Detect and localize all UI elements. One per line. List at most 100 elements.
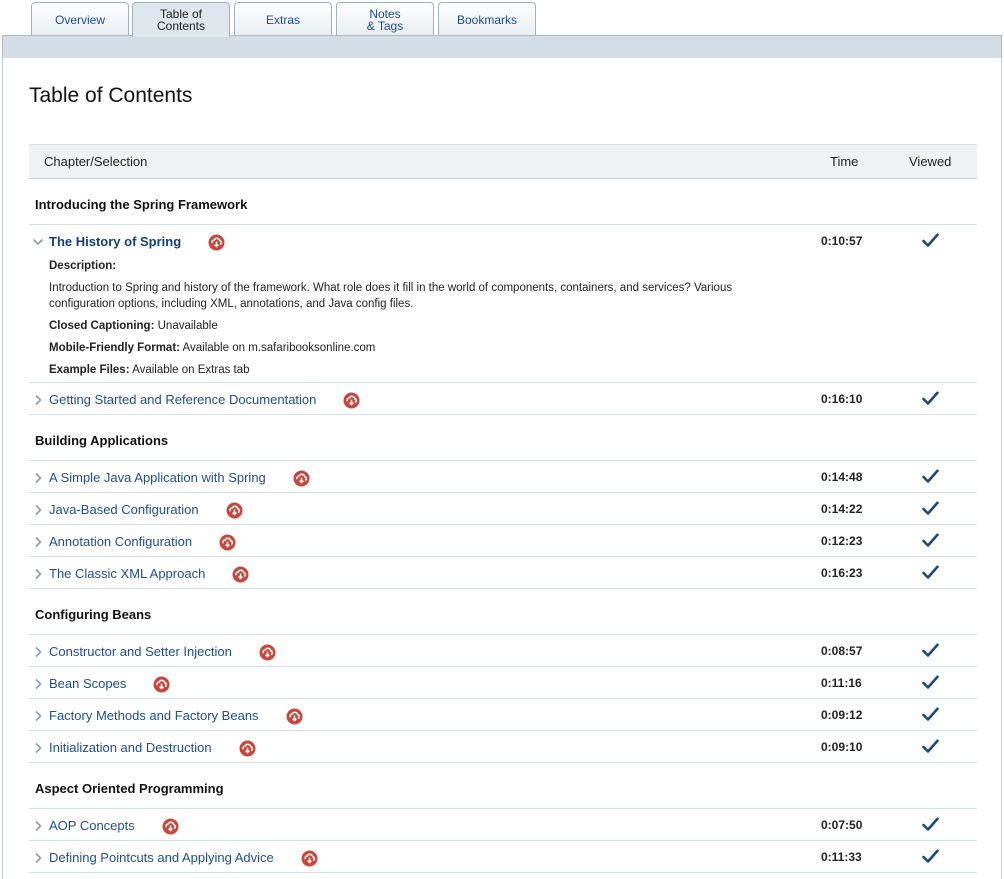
section-header: Aspect Oriented Programming xyxy=(29,763,977,809)
files-label: Example Files: xyxy=(49,364,130,376)
selection-details: Description: Introduction to Spring and h… xyxy=(49,258,749,378)
download-icon[interactable] xyxy=(286,708,303,725)
mobile-value: Available on m.safaribooksonline.com xyxy=(182,342,376,354)
chevron-right-icon[interactable] xyxy=(32,645,44,658)
selection-title[interactable]: Factory Methods and Factory Beans xyxy=(49,708,259,723)
header-viewed: Viewed xyxy=(909,154,952,169)
cc-value: Unavailable xyxy=(157,320,218,332)
section-title: Configuring Beans xyxy=(35,607,152,622)
chevron-right-icon[interactable] xyxy=(32,741,44,754)
selection-title[interactable]: Getting Started and Reference Documentat… xyxy=(49,392,316,407)
selection-title[interactable]: Defining Pointcuts and Applying Advice xyxy=(49,850,274,865)
toc-row[interactable]: Constructor and Setter Injection 0:08:57 xyxy=(29,635,977,667)
toc-row[interactable]: AOP Concepts 0:07:50 xyxy=(29,809,977,841)
duration: 0:16:10 xyxy=(821,392,863,406)
tab-bookmarks[interactable]: Bookmarks xyxy=(438,2,536,36)
duration: 0:12:23 xyxy=(821,534,863,548)
selection-title[interactable]: The Classic XML Approach xyxy=(49,566,205,581)
files-value: Available on Extras tab xyxy=(132,364,250,376)
mobile-label: Mobile-Friendly Format: xyxy=(49,342,180,354)
chevron-right-icon[interactable] xyxy=(32,393,44,406)
selection-title[interactable]: Constructor and Setter Injection xyxy=(49,644,232,659)
download-icon[interactable] xyxy=(232,566,249,583)
toc-row[interactable]: Factory Methods and Factory Beans 0:09:12 xyxy=(29,699,977,731)
tab-overview[interactable]: Overview xyxy=(31,2,129,36)
selection-title[interactable]: Bean Scopes xyxy=(49,676,126,691)
download-icon[interactable] xyxy=(259,644,276,661)
tab-notes-tags[interactable]: Notes & Tags xyxy=(336,2,434,36)
download-icon[interactable] xyxy=(153,676,170,693)
viewed-check-icon xyxy=(922,675,939,690)
viewed-check-icon xyxy=(922,817,939,832)
selection-title[interactable]: Initialization and Destruction xyxy=(49,740,212,755)
viewed-check-icon xyxy=(922,565,939,580)
duration: 0:10:57 xyxy=(821,234,863,248)
tab-bar: Overview Table of Contents Extras Notes … xyxy=(0,0,1004,37)
selection-title[interactable]: AOP Concepts xyxy=(49,818,135,833)
section-title: Aspect Oriented Programming xyxy=(35,781,224,796)
duration: 0:14:22 xyxy=(821,502,863,516)
download-icon[interactable] xyxy=(301,850,318,867)
section-header: Configuring Beans xyxy=(29,589,977,635)
download-icon[interactable] xyxy=(226,502,243,519)
selection-title[interactable]: Java-Based Configuration xyxy=(49,502,199,517)
chevron-right-icon[interactable] xyxy=(32,471,44,484)
description-label: Description: xyxy=(49,260,117,272)
chevron-right-icon[interactable] xyxy=(32,677,44,690)
viewed-check-icon xyxy=(922,233,939,248)
header-chapter: Chapter/Selection xyxy=(44,154,148,169)
viewed-check-icon xyxy=(922,533,939,548)
toc-row[interactable]: The Classic XML Approach 0:16:23 xyxy=(29,557,977,589)
cc-label: Closed Captioning: xyxy=(49,320,155,332)
download-icon[interactable] xyxy=(239,740,256,757)
duration: 0:16:23 xyxy=(821,566,863,580)
section-header: Building Applications xyxy=(29,415,977,461)
download-icon[interactable] xyxy=(162,818,179,835)
duration: 0:11:33 xyxy=(821,850,862,864)
download-icon[interactable] xyxy=(343,392,360,409)
description-text: Introduction to Spring and history of th… xyxy=(49,282,733,310)
toc-row[interactable]: Annotation Configuration 0:12:23 xyxy=(29,525,977,557)
chevron-right-icon[interactable] xyxy=(32,709,44,722)
toc-row[interactable]: A Simple Java Application with Spring 0:1… xyxy=(29,461,977,493)
download-icon[interactable] xyxy=(208,234,225,251)
download-icon[interactable] xyxy=(219,534,236,551)
viewed-check-icon xyxy=(922,469,939,484)
chevron-down-icon[interactable] xyxy=(32,235,44,247)
toc-row[interactable]: Bean Scopes 0:11:16 xyxy=(29,667,977,699)
section-title: Introducing the Spring Framework xyxy=(35,197,248,212)
duration: 0:11:16 xyxy=(821,676,862,690)
viewed-check-icon xyxy=(922,707,939,722)
toc-row[interactable]: Defining Pointcuts and Applying Advice 0:… xyxy=(29,841,977,873)
chevron-right-icon[interactable] xyxy=(32,567,44,580)
selection-title[interactable]: Annotation Configuration xyxy=(49,534,192,549)
duration: 0:08:57 xyxy=(821,644,863,658)
duration: 0:14:48 xyxy=(821,470,863,484)
toc-row[interactable]: The History of Spring 0:10:57 Description:… xyxy=(29,225,977,383)
selection-title[interactable]: A Simple Java Application with Spring xyxy=(49,470,266,485)
toc-row[interactable]: Getting Started and Reference Documentat… xyxy=(29,383,977,415)
chevron-right-icon[interactable] xyxy=(32,503,44,516)
toc-table: Chapter/Selection Time Viewed Introducin… xyxy=(29,144,977,873)
toc-row[interactable]: Initialization and Destruction 0:09:10 xyxy=(29,731,977,763)
download-icon[interactable] xyxy=(293,470,310,487)
chevron-right-icon[interactable] xyxy=(32,819,44,832)
viewed-check-icon xyxy=(922,643,939,658)
toc-body: Introducing the Spring Framework The Hist… xyxy=(29,179,977,873)
viewed-check-icon xyxy=(922,849,939,864)
duration: 0:09:12 xyxy=(821,708,863,722)
viewed-check-icon xyxy=(922,391,939,406)
selection-title[interactable]: The History of Spring xyxy=(49,234,181,249)
tab-table-of-contents[interactable]: Table of Contents xyxy=(132,2,230,37)
table-header: Chapter/Selection Time Viewed xyxy=(29,144,977,179)
duration: 0:09:10 xyxy=(821,740,863,754)
duration: 0:07:50 xyxy=(821,818,863,832)
chevron-right-icon[interactable] xyxy=(32,851,44,864)
section-header: Introducing the Spring Framework xyxy=(29,179,977,225)
tab-banner xyxy=(2,35,1002,59)
toc-row[interactable]: Java-Based Configuration 0:14:22 xyxy=(29,493,977,525)
page-title: Table of Contents xyxy=(29,84,193,107)
tab-extras[interactable]: Extras xyxy=(234,2,332,36)
chevron-right-icon[interactable] xyxy=(32,535,44,548)
viewed-check-icon xyxy=(922,501,939,516)
